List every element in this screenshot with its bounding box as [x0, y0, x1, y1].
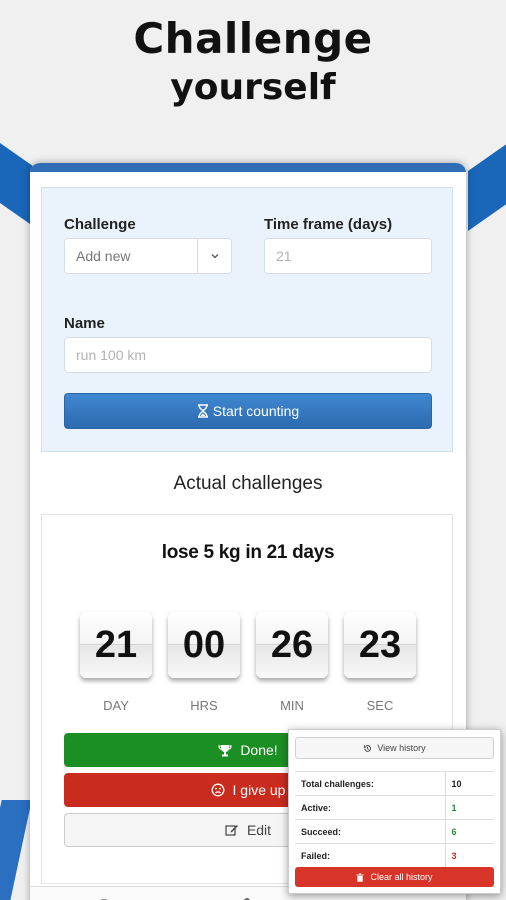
countdown-unit-min: MIN	[280, 698, 304, 713]
name-label: Name	[64, 315, 105, 332]
challenge-name: lose 5 kg in 21 days	[161, 542, 335, 563]
decorative-ribbon-bottom-left	[0, 800, 32, 900]
challenge-select-value: Add new	[76, 248, 131, 264]
hourglass-icon	[197, 404, 208, 418]
challenge-label: Challenge	[64, 216, 136, 233]
countdown-minutes: 26	[256, 612, 328, 678]
history-popup: View history Total challenges: 10 Active…	[288, 729, 501, 894]
countdown-unit-hrs: HRS	[190, 698, 218, 713]
person-icon[interactable]	[235, 895, 259, 900]
clear-history-button[interactable]: Clear all history	[295, 867, 494, 887]
stat-label: Failed:	[295, 843, 446, 868]
name-input[interactable]: run 100 km	[64, 337, 432, 373]
timeframe-label: Time frame (days)	[264, 216, 393, 233]
timeframe-input[interactable]: 21	[264, 238, 432, 274]
dashboard-icon[interactable]	[92, 895, 116, 900]
actual-challenges-title: Actual challenges	[173, 473, 323, 494]
table-row: Succeed: 6	[295, 819, 494, 844]
trash-icon	[356, 872, 364, 882]
decorative-ribbon-right	[468, 128, 506, 232]
frown-icon	[211, 783, 224, 797]
new-challenge-form: Challenge Add new Time frame (days) 21 N…	[41, 187, 453, 452]
promo-title-line2: yourself	[170, 67, 336, 108]
challenge-select[interactable]: Add new	[64, 238, 232, 274]
table-row: Total challenges: 10	[295, 771, 494, 796]
table-row: Failed: 3	[295, 843, 494, 868]
stat-value: 6	[445, 819, 494, 844]
done-label: Done!	[240, 742, 278, 758]
countdown-unit-sec: SEC	[366, 698, 394, 713]
history-stats-table: Total challenges: 10 Active: 1 Succeed: …	[295, 771, 494, 868]
app-top-bar	[30, 163, 466, 172]
stat-label: Total challenges:	[295, 771, 446, 796]
start-counting-label: Start counting	[212, 403, 300, 419]
give-up-label: I give up	[232, 782, 286, 798]
promo-title-line1: Challenge	[133, 14, 373, 63]
countdown-days: 21	[80, 612, 152, 678]
countdown-seconds: 23	[344, 612, 416, 678]
view-history-button[interactable]: View history	[295, 737, 494, 759]
history-icon	[364, 744, 372, 752]
promo-heading: Challenge yourself	[0, 14, 506, 110]
edit-icon	[225, 825, 238, 836]
stat-value: 10	[445, 771, 494, 796]
stat-value: 1	[445, 795, 494, 820]
view-history-label: View history	[377, 743, 426, 753]
countdown-hours: 00	[168, 612, 240, 678]
start-counting-button[interactable]: Start counting	[64, 393, 432, 429]
stat-label: Active:	[295, 795, 446, 820]
chevron-down-icon	[197, 239, 231, 273]
edit-label: Edit	[246, 822, 272, 838]
stat-label: Succeed:	[295, 819, 446, 844]
countdown-unit-day: DAY	[103, 698, 129, 713]
clear-history-label: Clear all history	[370, 872, 433, 882]
trophy-icon	[218, 744, 232, 756]
stat-value: 3	[445, 843, 494, 868]
table-row: Active: 1	[295, 795, 494, 820]
